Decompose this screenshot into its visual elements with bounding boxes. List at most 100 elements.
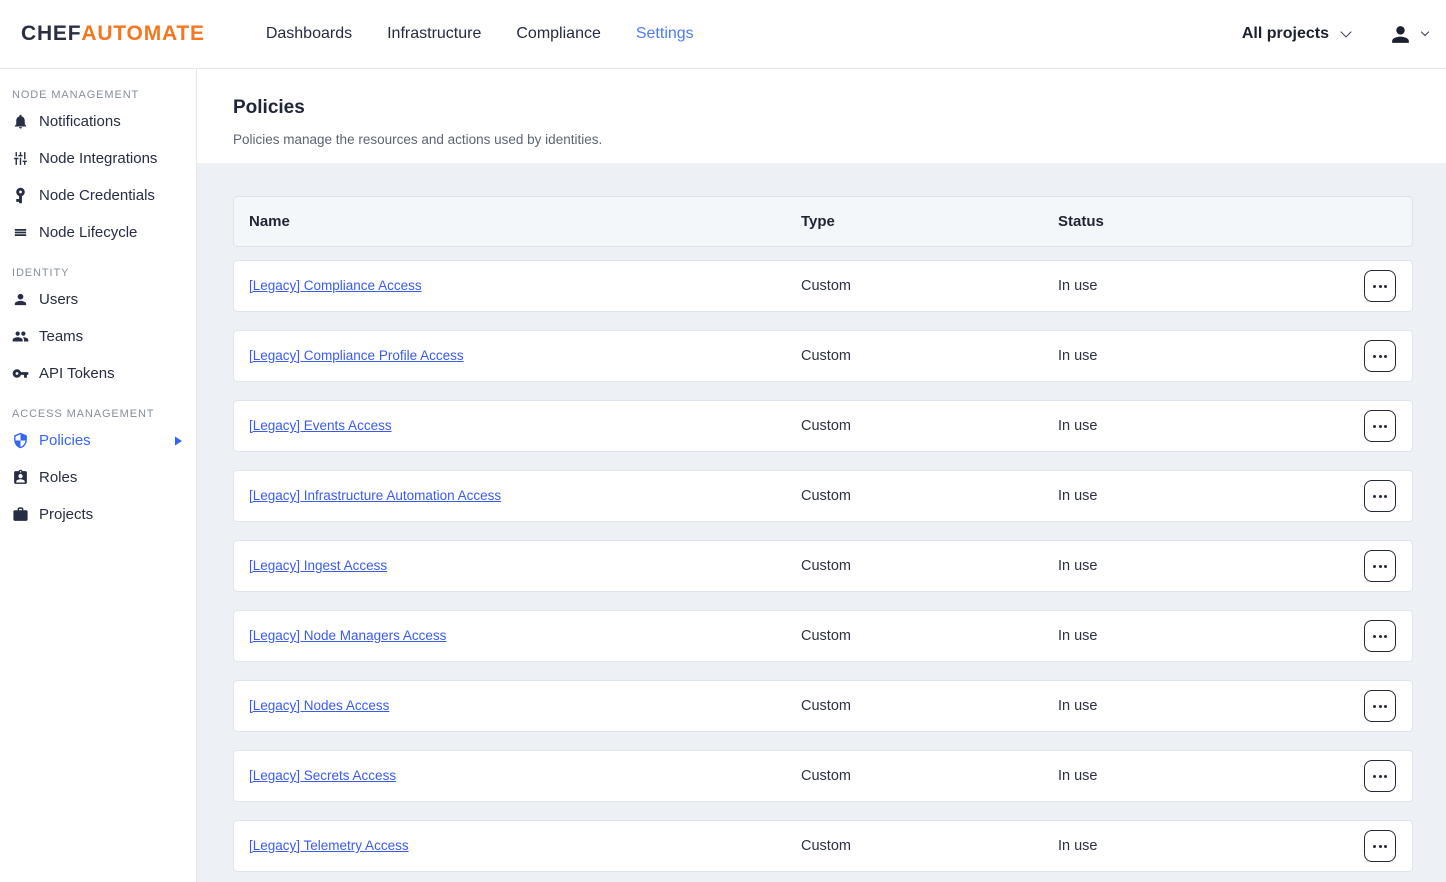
policy-status-cell: In use (1058, 768, 1348, 784)
nav-link-infrastructure[interactable]: Infrastructure (387, 25, 481, 43)
row-more-options-button[interactable] (1364, 550, 1396, 582)
chevron-down-icon (1340, 26, 1351, 37)
row-more-options-button[interactable] (1364, 270, 1396, 302)
row-more-options-button[interactable] (1364, 340, 1396, 372)
sidebar-section-label: ACCESS MANAGEMENT (12, 408, 196, 420)
policy-name-link[interactable]: [Legacy] Node Managers Access (249, 628, 446, 643)
sidebar-item-label: Roles (39, 469, 77, 486)
policy-type-cell: Custom (801, 488, 1058, 504)
page-header: Policies Policies manage the resources a… (197, 69, 1446, 147)
policy-type-cell: Custom (801, 558, 1058, 574)
sidebar-item-label: Teams (39, 328, 83, 345)
sidebar-item-node-credentials[interactable]: Node Credentials (0, 177, 196, 214)
sidebar-item-policies[interactable]: Policies (0, 422, 196, 459)
key-vertical-icon (12, 187, 29, 204)
briefcase-icon (12, 506, 29, 523)
sidebar-item-teams[interactable]: Teams (0, 318, 196, 355)
row-more-options-button[interactable] (1364, 410, 1396, 442)
chef-automate-logo[interactable]: CHEFAUTOMATE (21, 22, 205, 46)
table-row: [Legacy] Telemetry Access Custom In use (233, 820, 1413, 872)
policy-type-cell: Custom (801, 348, 1058, 364)
sidebar-item-api-tokens[interactable]: API Tokens (0, 355, 196, 392)
ellipsis-icon (1373, 425, 1376, 428)
main-nav: Dashboards Infrastructure Compliance Set… (266, 25, 694, 43)
policy-status-cell: In use (1058, 628, 1348, 644)
shield-icon (12, 432, 29, 449)
sidebar-section-label: IDENTITY (12, 267, 196, 279)
policy-name-link[interactable]: [Legacy] Compliance Profile Access (249, 348, 464, 363)
sidebar-item-roles[interactable]: Roles (0, 459, 196, 496)
policy-name-link[interactable]: [Legacy] Telemetry Access (249, 838, 409, 853)
sidebar-section-identity: IDENTITY Users Teams API Tokens (0, 267, 196, 392)
column-header-status: Status (1058, 213, 1348, 230)
row-more-options-button[interactable] (1364, 760, 1396, 792)
sidebar-section-access-management: ACCESS MANAGEMENT Policies Roles Project… (0, 408, 196, 533)
policy-status-cell: In use (1058, 838, 1348, 854)
user-menu[interactable] (1388, 22, 1428, 47)
main-content: Policies Policies manage the resources a… (197, 69, 1446, 882)
projects-filter-dropdown[interactable]: All projects (1242, 25, 1350, 43)
nav-link-compliance[interactable]: Compliance (516, 25, 600, 43)
key-icon (12, 365, 29, 382)
nav-link-dashboards[interactable]: Dashboards (266, 25, 352, 43)
bell-icon (12, 113, 29, 130)
ellipsis-icon (1373, 495, 1376, 498)
sidebar-item-label: Projects (39, 506, 93, 523)
table-row: [Legacy] Events Access Custom In use (233, 400, 1413, 452)
policy-name-link[interactable]: [Legacy] Ingest Access (249, 558, 387, 573)
column-header-name: Name (249, 213, 801, 230)
policy-type-cell: Custom (801, 768, 1058, 784)
sidebar-item-projects[interactable]: Projects (0, 496, 196, 533)
policy-name-link[interactable]: [Legacy] Compliance Access (249, 278, 422, 293)
sidebar-item-users[interactable]: Users (0, 281, 196, 318)
ellipsis-icon (1373, 635, 1376, 638)
sidebar-item-label: Users (39, 291, 78, 308)
table-body: [Legacy] Compliance Access Custom In use… (233, 260, 1413, 872)
list-icon (12, 224, 29, 241)
table-row: [Legacy] Compliance Access Custom In use (233, 260, 1413, 312)
sidebar-item-node-integrations[interactable]: Node Integrations (0, 140, 196, 177)
nav-link-settings[interactable]: Settings (636, 25, 694, 43)
policy-type-cell: Custom (801, 698, 1058, 714)
sliders-icon (12, 150, 29, 167)
policy-name-link[interactable]: [Legacy] Events Access (249, 418, 392, 433)
page-title: Policies (233, 97, 1446, 119)
person-icon (12, 291, 29, 308)
policy-type-cell: Custom (801, 278, 1058, 294)
ellipsis-icon (1373, 705, 1376, 708)
sidebar-item-node-lifecycle[interactable]: Node Lifecycle (0, 214, 196, 251)
chevron-down-icon (1421, 28, 1429, 36)
ellipsis-icon (1373, 775, 1376, 778)
policy-status-cell: In use (1058, 418, 1348, 434)
policy-type-cell: Custom (801, 838, 1058, 854)
policies-panel: Name Type Status [Legacy] Compliance Acc… (197, 163, 1446, 882)
people-icon (12, 328, 29, 345)
triangle-right-icon (174, 436, 183, 446)
table-row: [Legacy] Infrastructure Automation Acces… (233, 470, 1413, 522)
sidebar-item-notifications[interactable]: Notifications (0, 103, 196, 140)
policy-type-cell: Custom (801, 418, 1058, 434)
row-more-options-button[interactable] (1364, 690, 1396, 722)
table-row: [Legacy] Node Managers Access Custom In … (233, 610, 1413, 662)
top-navbar: CHEFAUTOMATE Dashboards Infrastructure C… (0, 0, 1446, 69)
policy-status-cell: In use (1058, 278, 1348, 294)
column-header-type: Type (801, 213, 1058, 230)
row-more-options-button[interactable] (1364, 830, 1396, 862)
policy-name-link[interactable]: [Legacy] Infrastructure Automation Acces… (249, 488, 501, 503)
table-header-row: Name Type Status (233, 196, 1413, 247)
page-subtitle: Policies manage the resources and action… (233, 132, 1446, 147)
sidebar-item-label: Node Integrations (39, 150, 157, 167)
logo-automate-text: AUTOMATE (81, 22, 204, 45)
sidebar-item-label: Notifications (39, 113, 121, 130)
projects-filter-label: All projects (1242, 25, 1329, 43)
row-more-options-button[interactable] (1364, 620, 1396, 652)
navbar-right: All projects (1242, 22, 1428, 47)
sidebar-section-label: NODE MANAGEMENT (12, 89, 196, 101)
sidebar-item-label: Node Credentials (39, 187, 155, 204)
badge-icon (12, 469, 29, 486)
ellipsis-icon (1373, 285, 1376, 288)
row-more-options-button[interactable] (1364, 480, 1396, 512)
policy-status-cell: In use (1058, 558, 1348, 574)
policy-name-link[interactable]: [Legacy] Nodes Access (249, 698, 389, 713)
policy-name-link[interactable]: [Legacy] Secrets Access (249, 768, 396, 783)
